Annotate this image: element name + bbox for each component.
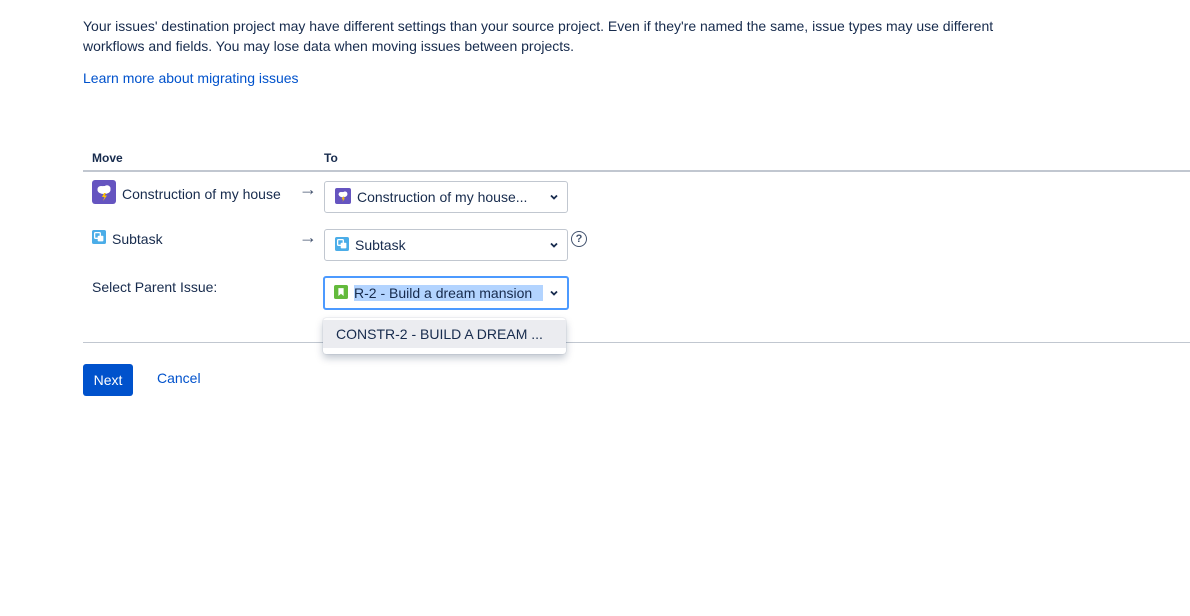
destination-issue-type-select[interactable]: Subtask bbox=[324, 229, 568, 261]
column-header-to: To bbox=[324, 151, 338, 165]
subtask-icon bbox=[92, 230, 106, 247]
chevron-down-icon bbox=[549, 189, 559, 205]
chevron-down-icon bbox=[549, 237, 559, 253]
move-issues-page: Your issues' destination project may hav… bbox=[0, 0, 1190, 616]
story-icon bbox=[334, 284, 348, 302]
next-button[interactable]: Next bbox=[83, 364, 133, 396]
parent-issue-input-value[interactable]: R-2 - Build a dream mansion bbox=[354, 285, 543, 301]
destination-project-value: Construction of my house... bbox=[357, 189, 528, 205]
parent-issue-label: Select Parent Issue: bbox=[92, 279, 218, 295]
footer-divider bbox=[83, 342, 1190, 343]
learn-more-link[interactable]: Learn more about migrating issues bbox=[83, 68, 299, 88]
column-header-move: Move bbox=[92, 151, 123, 165]
header-divider bbox=[83, 170, 1190, 172]
source-issue-type-label: Subtask bbox=[112, 230, 163, 247]
dropdown-option[interactable]: CONSTR-2 - BUILD A DREAM ... bbox=[323, 320, 566, 348]
parent-issue-select[interactable]: R-2 - Build a dream mansion bbox=[323, 276, 569, 310]
project-storm-icon bbox=[335, 187, 351, 207]
project-storm-icon bbox=[92, 180, 116, 207]
destination-project-select[interactable]: Construction of my house... bbox=[324, 181, 568, 213]
arrow-right-icon: → bbox=[299, 227, 317, 247]
chevron-down-icon bbox=[549, 285, 559, 301]
source-project: Construction of my house bbox=[92, 180, 281, 207]
cancel-button[interactable]: Cancel bbox=[157, 370, 201, 386]
help-icon[interactable]: ? bbox=[571, 231, 587, 247]
parent-issue-dropdown: CONSTR-2 - BUILD A DREAM ... bbox=[323, 318, 566, 354]
subtask-icon bbox=[335, 236, 349, 254]
arrow-right-icon: → bbox=[299, 179, 317, 199]
destination-issue-type-value: Subtask bbox=[355, 237, 406, 253]
source-issue-type: Subtask bbox=[92, 230, 163, 247]
intro-text: Your issues' destination project may hav… bbox=[83, 18, 994, 54]
source-project-label: Construction of my house bbox=[122, 185, 281, 202]
